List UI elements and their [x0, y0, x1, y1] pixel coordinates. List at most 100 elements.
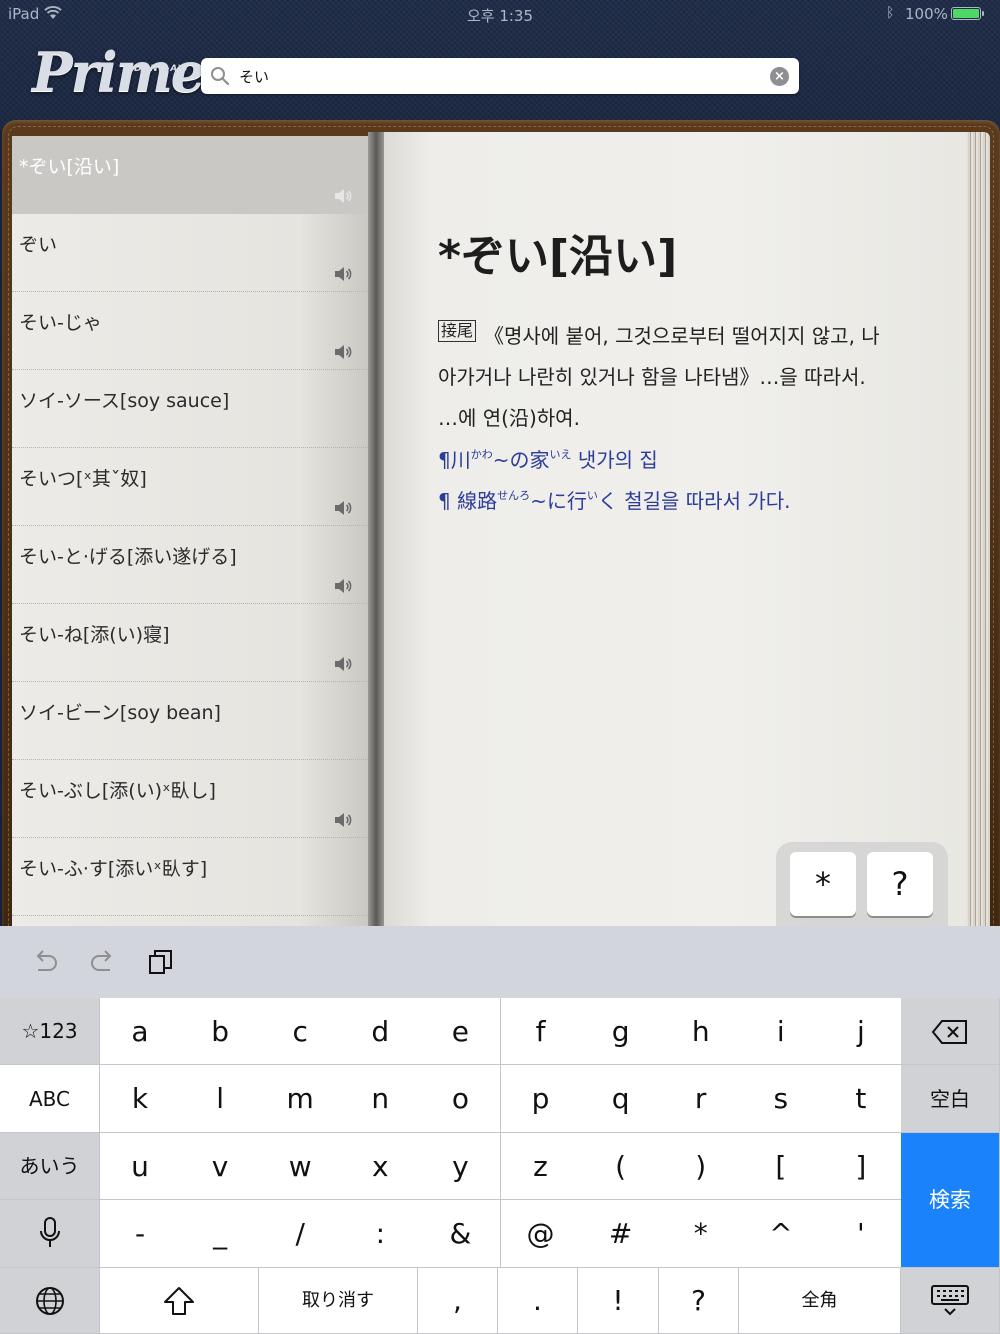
list-item[interactable]: ソイ-ビーン[soy bean] — [12, 682, 368, 760]
list-item[interactable]: ぞい — [12, 214, 368, 292]
shift-key[interactable] — [100, 1268, 259, 1334]
key-3-0[interactable]: - — [100, 1200, 181, 1268]
key-1-5[interactable]: p — [500, 1065, 582, 1133]
key-abc[interactable]: ABC — [0, 1065, 100, 1133]
key-3-5[interactable]: @ — [500, 1200, 582, 1268]
key-2-7[interactable]: ) — [660, 1133, 742, 1200]
wildcard-question-button[interactable]: ? — [867, 852, 933, 916]
status-bar: iPad 오후 1:35 ᛒ 100% — [0, 0, 1000, 28]
speaker-icon[interactable] — [334, 266, 352, 282]
key-2-9[interactable]: ] — [820, 1133, 902, 1200]
bluetooth-icon: ᛒ — [886, 5, 895, 21]
space-key[interactable]: 空白 — [901, 1065, 1000, 1133]
example-sentence[interactable]: ¶ 線路せんろ~に行いく 철길을 따라서 가다. — [438, 485, 791, 514]
hide-keyboard-icon — [931, 1285, 969, 1316]
clear-search-icon[interactable]: × — [770, 67, 789, 86]
key-period[interactable]: . — [498, 1268, 578, 1334]
key-1-2[interactable]: m — [260, 1065, 342, 1133]
search-key[interactable]: 検索 — [901, 1133, 1000, 1268]
key-3-6[interactable]: # — [580, 1200, 662, 1268]
key-1-9[interactable]: t — [820, 1065, 902, 1133]
key-0-8[interactable]: i — [740, 998, 822, 1065]
key-question[interactable]: ? — [659, 1268, 739, 1334]
logo-subtext: DONG-A'S — [134, 64, 188, 74]
list-item[interactable]: そい-ね[添(い)寝] — [12, 604, 368, 682]
keyboard-toolbar — [0, 926, 1000, 998]
list-item[interactable]: そい-じゃ — [12, 292, 368, 370]
key-1-8[interactable]: s — [740, 1065, 822, 1133]
key-2-3[interactable]: x — [340, 1133, 422, 1200]
list-item[interactable]: ソイ-ソース[soy sauce] — [12, 370, 368, 448]
key-0-9[interactable]: j — [820, 998, 902, 1065]
key-comma[interactable]: , — [418, 1268, 498, 1334]
status-time: 오후 1:35 — [466, 7, 534, 25]
key-2-4[interactable]: y — [420, 1133, 502, 1200]
list-item-word: そい-ぶし[添(い)ˣ臥し] — [19, 780, 216, 802]
key-exclamation[interactable]: ! — [578, 1268, 659, 1334]
word-list[interactable]: *ぞい[沿い] ぞい そい-じゃ ソイ-ソース[soy sauce] そいつ[ˣ… — [12, 136, 372, 940]
speaker-icon[interactable] — [334, 812, 352, 828]
list-item[interactable]: *ぞい[沿い] — [12, 136, 368, 214]
key-2-6[interactable]: ( — [580, 1133, 662, 1200]
key-0-1[interactable]: b — [180, 998, 262, 1065]
key-3-1[interactable]: _ — [180, 1200, 262, 1268]
speaker-icon[interactable] — [334, 500, 352, 516]
fullwidth-key[interactable]: 全角 — [739, 1268, 901, 1334]
speaker-icon[interactable] — [334, 344, 352, 360]
key-1-6[interactable]: q — [580, 1065, 662, 1133]
key-0-2[interactable]: c — [260, 998, 342, 1065]
speaker-icon[interactable] — [334, 656, 352, 672]
app-header: iPad 오후 1:35 ᛒ 100% Prime DONG-A'S × — [0, 0, 1000, 130]
undo-icon[interactable] — [30, 948, 60, 976]
key-1-4[interactable]: o — [420, 1065, 502, 1133]
paste-icon[interactable] — [146, 948, 176, 976]
microphone-icon — [39, 1217, 60, 1247]
furigana: せんろ — [497, 489, 531, 502]
globe-icon — [35, 1287, 64, 1315]
redo-icon[interactable] — [88, 948, 118, 976]
list-item-word: ぞい — [19, 234, 58, 256]
battery-percent: 100% — [905, 5, 948, 23]
search-bar[interactable]: × — [201, 58, 799, 94]
key-0-5[interactable]: f — [500, 998, 582, 1065]
search-input[interactable] — [239, 58, 759, 94]
speaker-icon[interactable] — [334, 578, 352, 594]
part-of-speech-badge: 接尾 — [438, 320, 477, 342]
list-item-word: そい-ふ·す[添いˣ臥す] — [19, 858, 208, 880]
list-item[interactable]: そい-ぶし[添(い)ˣ臥し] — [12, 760, 368, 838]
key-2-5[interactable]: z — [500, 1133, 582, 1200]
key-0-4[interactable]: e — [420, 998, 502, 1065]
hide-keyboard-key[interactable] — [901, 1268, 1000, 1334]
key-2-1[interactable]: v — [180, 1133, 262, 1200]
cancel-key[interactable]: 取り消す — [259, 1268, 418, 1334]
key-numbers[interactable]: ☆123 — [0, 998, 100, 1065]
key-1-0[interactable]: k — [100, 1065, 181, 1133]
microphone-key[interactable] — [0, 1200, 100, 1268]
list-item[interactable]: そい-と·げる[添い遂げる] — [12, 526, 368, 604]
list-item[interactable]: そいつ[ˣ其ˇ奴] — [12, 448, 368, 526]
key-1-3[interactable]: n — [340, 1065, 422, 1133]
globe-key[interactable] — [0, 1268, 100, 1334]
key-3-4[interactable]: & — [420, 1200, 502, 1268]
wildcard-asterisk-button[interactable]: * — [790, 852, 856, 916]
key-0-0[interactable]: a — [100, 998, 181, 1065]
key-3-8[interactable]: ^ — [740, 1200, 822, 1268]
key-0-7[interactable]: h — [660, 998, 742, 1065]
key-kana[interactable]: あいう — [0, 1133, 100, 1200]
key-0-6[interactable]: g — [580, 998, 662, 1065]
list-item[interactable]: そい-ふ·す[添いˣ臥す] — [12, 838, 368, 916]
key-3-3[interactable]: : — [340, 1200, 422, 1268]
key-2-8[interactable]: [ — [740, 1133, 822, 1200]
list-item-word: そい-ね[添(い)寝] — [19, 624, 170, 646]
key-1-1[interactable]: l — [180, 1065, 262, 1133]
key-3-7[interactable]: * — [660, 1200, 742, 1268]
backspace-key[interactable] — [901, 998, 1000, 1065]
example-sentence[interactable]: ¶川かわ~の家いえ 냇가의 집 — [438, 444, 658, 473]
key-2-0[interactable]: u — [100, 1133, 181, 1200]
key-0-3[interactable]: d — [340, 998, 422, 1065]
key-3-2[interactable]: / — [260, 1200, 342, 1268]
key-3-9[interactable]: ' — [820, 1200, 902, 1268]
key-2-2[interactable]: w — [260, 1133, 342, 1200]
key-1-7[interactable]: r — [660, 1065, 742, 1133]
speaker-icon[interactable] — [334, 188, 352, 204]
